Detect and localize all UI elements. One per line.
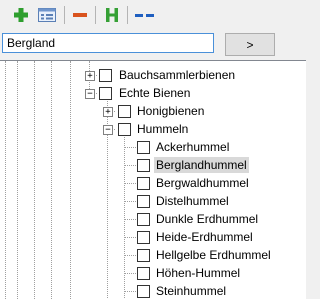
tree-checkbox[interactable] [137,285,150,298]
expand-icon[interactable]: + [85,71,95,81]
properties-icon[interactable] [37,6,57,24]
tree-checkbox[interactable] [137,141,150,154]
properties-icon-glyph [38,8,56,22]
collapse-node-icon[interactable]: − [85,89,95,99]
collapse-icon-glyph [135,14,154,17]
tree-item-label[interactable]: Heide-Erdhummel [154,229,255,245]
toolbar-separator [64,6,65,24]
expand-icon[interactable]: + [103,107,113,117]
tree-checkbox[interactable] [137,177,150,190]
tree-checkbox[interactable] [99,69,112,82]
toolbar [0,0,306,30]
tree-connector [124,201,136,202]
tree-guide-line [34,61,35,299]
toolbar-separator [127,6,128,24]
tree-view[interactable]: + Bauchsammlerbienen − Echte Bienen + Ho… [0,60,306,299]
remove-icon[interactable] [71,6,89,24]
tree-item-label[interactable]: Distelhummel [154,193,231,209]
tree-item-label[interactable]: Steinhummel [154,283,228,299]
toolbar-separator [95,6,96,24]
tree-checkbox[interactable] [137,231,150,244]
search-go-button[interactable]: > [225,33,275,56]
tree-connector [124,273,136,274]
tree-connector [124,165,136,166]
tree-connector [124,183,136,184]
tree-checkbox[interactable] [137,195,150,208]
tree-checkbox[interactable] [99,87,112,100]
tree-connector [124,255,136,256]
tree-item-label[interactable]: Höhen-Hummel [154,265,242,281]
tree-guide-line [5,61,6,299]
tree-checkbox[interactable] [137,159,150,172]
add-icon[interactable] [12,6,30,24]
h-icon[interactable] [104,6,120,24]
tree-item-label[interactable]: Dunkle Erdhummel [154,211,260,227]
tree-guide-line [17,61,18,299]
tree-item-label-selected[interactable]: Berglandhummel [154,157,249,173]
h-icon-glyph [106,8,118,22]
tree-item-label[interactable]: Hummeln [135,121,190,137]
tree-item-label[interactable]: Hellgelbe Erdhummel [154,247,273,263]
collapse-node-icon[interactable]: − [103,125,113,135]
tree-item-label[interactable]: Honigbienen [135,103,206,119]
tree-guide-line [124,133,125,299]
tree-connector [124,291,136,292]
tree-connector [124,147,136,148]
tree-checkbox[interactable] [118,105,131,118]
tree-checkbox[interactable] [137,267,150,280]
tree-connector [124,219,136,220]
tree-guide-line [51,61,52,299]
tree-checkbox[interactable] [118,123,131,136]
tree-item-label[interactable]: Echte Bienen [117,85,192,101]
collapse-icon[interactable] [134,6,156,24]
tree-item-label[interactable]: Bergwaldhummel [154,175,251,191]
tree-item-label[interactable]: Ackerhummel [154,139,231,155]
add-icon-glyph [14,8,28,22]
tree-item-label[interactable]: Bauchsammlerbienen [117,67,237,83]
remove-icon-glyph [73,13,87,17]
tree-checkbox[interactable] [137,213,150,226]
tree-guide-line [70,61,71,299]
tree-connector [124,237,136,238]
search-input[interactable] [2,33,214,53]
tree-checkbox[interactable] [137,249,150,262]
